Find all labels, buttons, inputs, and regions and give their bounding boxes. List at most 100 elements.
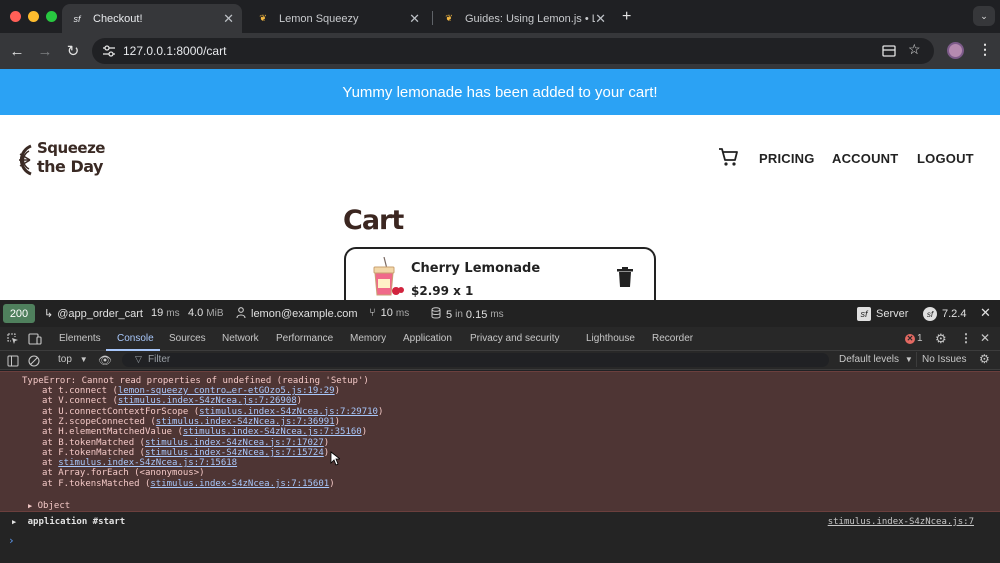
- settings-gear-icon[interactable]: ⚙: [935, 331, 947, 347]
- stack-frame: at V.connect (stimulus.index-S4zNcea.js:…: [42, 396, 302, 406]
- stack-frame-link[interactable]: stimulus.index-S4zNcea.js:7:15724: [145, 448, 324, 458]
- omnibox[interactable]: 127.0.0.1:8000/cart ☆: [92, 38, 934, 64]
- minimize-window-button[interactable]: [28, 11, 39, 22]
- close-window-button[interactable]: [10, 11, 21, 22]
- symfony-circle-logo-icon: sf: [923, 307, 937, 321]
- tab-privacy-and-security[interactable]: Privacy and security: [470, 333, 559, 344]
- time-unit: ms: [166, 307, 180, 319]
- status-code-badge[interactable]: 200: [3, 304, 35, 323]
- close-tab-icon[interactable]: ✕: [223, 11, 234, 27]
- stack-frame-link[interactable]: lemon-squeezy_contro…er-etGOzo5.js:19:29: [118, 386, 335, 396]
- bookmark-star-icon[interactable]: ☆: [908, 41, 921, 58]
- stack-frame-text: at F.tokenMatched (: [42, 447, 145, 458]
- stack-frame-link[interactable]: stimulus.index-S4zNcea.js:7:17027: [145, 438, 324, 448]
- stack-frame-link[interactable]: stimulus.index-S4zNcea.js:7:26908: [118, 396, 297, 406]
- db-time: 0.15: [465, 308, 488, 321]
- menu-kebab-icon[interactable]: ⋮: [978, 41, 992, 58]
- live-expression-eye-icon[interactable]: 👁: [98, 354, 112, 367]
- database-item[interactable]: 5 in 0.15 ms: [431, 307, 504, 322]
- nav-account-link[interactable]: ACCOUNT: [832, 151, 898, 166]
- flash-banner: Yummy lemonade has been added to your ca…: [0, 69, 1000, 115]
- tab-checkout[interactable]: sf Checkout! ✕: [62, 4, 242, 33]
- devtools-menu-kebab-icon[interactable]: ⋮: [960, 331, 972, 345]
- profile-avatar[interactable]: [947, 42, 964, 59]
- user-item[interactable]: lemon@example.com: [236, 307, 358, 321]
- stack-frame-text: at U.connectContextForScope (: [42, 406, 200, 417]
- nav-pricing-link[interactable]: PRICING: [759, 151, 815, 166]
- log-source-link[interactable]: stimulus.index-S4zNcea.js:7: [828, 517, 974, 527]
- symfony-version-item[interactable]: sf 7.2.4: [923, 307, 966, 321]
- stack-frame-link[interactable]: stimulus.index-S4zNcea.js:7:15618: [58, 458, 237, 468]
- tab-sources[interactable]: Sources: [169, 333, 206, 344]
- tab-application[interactable]: Application: [403, 333, 452, 344]
- close-tab-icon[interactable]: ✕: [409, 11, 420, 27]
- server-item[interactable]: sf Server: [857, 307, 908, 321]
- clear-console-icon[interactable]: [28, 354, 40, 372]
- error-message[interactable]: TypeError: Cannot read properties of und…: [0, 371, 1000, 512]
- trash-icon[interactable]: [616, 267, 634, 287]
- tab-title: Checkout!: [93, 12, 143, 25]
- tab-performance[interactable]: Performance: [276, 333, 333, 344]
- stack-frame: at stimulus.index-S4zNcea.js:7:15618: [42, 458, 237, 468]
- site-settings-icon[interactable]: [102, 44, 116, 58]
- tab-elements[interactable]: Elements: [59, 333, 101, 344]
- dropdown-caret-icon: ▼: [79, 355, 88, 364]
- issues-button[interactable]: No Issues: [922, 354, 966, 365]
- stack-frame-link[interactable]: stimulus.index-S4zNcea.js:7:36991: [156, 417, 335, 427]
- stack-frame-close: ): [361, 427, 368, 438]
- maximize-window-button[interactable]: [46, 11, 57, 22]
- log-levels-dropdown[interactable]: Default levels ▼: [839, 354, 913, 365]
- reload-icon[interactable]: ↻: [64, 42, 82, 60]
- tab-network[interactable]: Network: [222, 333, 259, 344]
- lemon-icon: ❦: [259, 13, 267, 23]
- tab-lemon-guides[interactable]: ❦ Guides: Using Lemon.js • Lem ✕: [434, 4, 614, 33]
- lemonade-cup-image: [373, 257, 404, 296]
- tab-recorder[interactable]: Recorder: [652, 333, 693, 344]
- tab-search-chevron-down-icon[interactable]: ⌄: [973, 6, 995, 26]
- sidebar-toggle-icon[interactable]: [7, 354, 19, 372]
- tab-separator: [432, 11, 433, 25]
- context-value: top: [58, 354, 72, 365]
- user-email: lemon@example.com: [251, 308, 358, 320]
- profiler-unit: ms: [395, 307, 410, 319]
- tab-memory[interactable]: Memory: [350, 333, 386, 344]
- close-devtools-icon[interactable]: ✕: [980, 331, 990, 345]
- stack-frame-text: at: [42, 458, 59, 469]
- forward-arrow-icon[interactable]: →: [36, 42, 54, 60]
- tab-title: Guides: Using Lemon.js • Lem: [465, 12, 595, 25]
- new-tab-icon[interactable]: +: [622, 8, 631, 26]
- symfony-favicon-icon: sf: [73, 13, 81, 24]
- tab-lighthouse[interactable]: Lighthouse: [586, 333, 635, 344]
- error-counter[interactable]: ✕ 1: [905, 333, 923, 344]
- close-toolbar-icon[interactable]: ✕: [980, 305, 991, 321]
- profiler-item[interactable]: ⑂ 10 ms: [369, 307, 409, 319]
- context-selector[interactable]: top ▼: [58, 354, 88, 365]
- close-tab-icon[interactable]: ✕: [595, 11, 606, 27]
- lemon-icon: ❦: [445, 13, 453, 23]
- object-toggle[interactable]: ▶ Object: [28, 501, 70, 511]
- stack-frame-link[interactable]: stimulus.index-S4zNcea.js:7:35160: [183, 427, 362, 437]
- console-settings-gear-icon[interactable]: ⚙: [979, 352, 990, 366]
- mouse-cursor-icon: [330, 451, 340, 466]
- cast-icon[interactable]: [882, 44, 896, 62]
- log-entry[interactable]: ▶ application #start: [12, 517, 125, 527]
- memory-item[interactable]: 4.0 MiB: [188, 307, 224, 319]
- stack-frame-link[interactable]: stimulus.index-S4zNcea.js:7:15601: [150, 479, 329, 489]
- console-filter-input[interactable]: ▽ Filter: [122, 353, 829, 367]
- cart-icon[interactable]: [718, 147, 740, 167]
- stack-frame-close: ): [296, 396, 303, 407]
- nav-logout-link[interactable]: LOGOUT: [917, 151, 974, 166]
- route-item[interactable]: ↳ @app_order_cart: [44, 307, 143, 321]
- back-arrow-icon[interactable]: ←: [8, 42, 26, 60]
- inspect-element-icon[interactable]: [7, 332, 19, 350]
- logo[interactable]: Squeeze the Day: [11, 139, 111, 181]
- device-toolbar-icon[interactable]: [28, 332, 42, 350]
- tab-lemon-squeezy[interactable]: ❦ Lemon Squeezy ✕: [248, 4, 428, 33]
- time-item[interactable]: 19 ms: [151, 307, 180, 319]
- tab-console[interactable]: Console: [117, 333, 154, 344]
- stack-frame-link[interactable]: stimulus.index-S4zNcea.js:7:29710: [199, 407, 378, 417]
- database-icon: [431, 307, 441, 322]
- stack-frame-close: ): [323, 437, 330, 448]
- stack-frame-close: ): [323, 447, 330, 458]
- console-prompt-chevron-icon[interactable]: ›: [8, 534, 15, 547]
